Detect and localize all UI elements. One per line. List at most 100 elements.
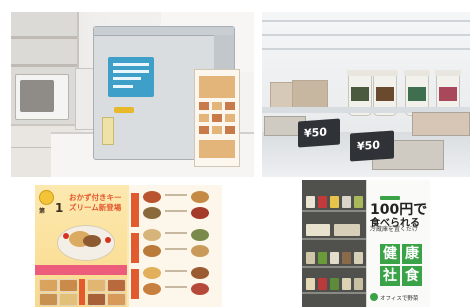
dish-thumb bbox=[143, 283, 161, 295]
dish-thumb bbox=[107, 293, 126, 306]
product bbox=[318, 252, 327, 264]
menu-text-line bbox=[165, 194, 187, 196]
menu-text-line bbox=[165, 248, 187, 250]
microwave bbox=[15, 74, 69, 120]
cup-lid bbox=[372, 70, 398, 76]
sticker-text-line bbox=[113, 85, 133, 88]
dish-thumb bbox=[39, 293, 58, 306]
poster-photo bbox=[199, 76, 235, 98]
cup-label bbox=[376, 87, 394, 101]
issue-number: 1 bbox=[55, 201, 64, 215]
shelf-line bbox=[11, 36, 77, 39]
sub-line-1: 冷蔵庫を置くだけ bbox=[370, 226, 419, 233]
price-line-1: 100円で bbox=[370, 202, 428, 218]
product bbox=[342, 252, 351, 264]
cup-label bbox=[351, 87, 369, 101]
fridge-interior-photo: ¥50 ¥50 bbox=[262, 12, 470, 177]
poster-thumb bbox=[225, 114, 235, 122]
photo-shelf bbox=[302, 210, 366, 212]
price-label: ¥50 bbox=[357, 138, 380, 154]
dish-thumb bbox=[143, 207, 161, 219]
badge bbox=[380, 196, 400, 200]
dish-thumb bbox=[59, 279, 78, 292]
product bbox=[330, 278, 339, 290]
product bbox=[306, 278, 315, 290]
price-card: ¥50 bbox=[298, 118, 340, 148]
menu-poster bbox=[194, 69, 240, 167]
photo-shelf bbox=[302, 266, 366, 268]
leaflet-band bbox=[35, 265, 127, 275]
cup-lid bbox=[435, 70, 461, 76]
menu-text-line bbox=[165, 232, 187, 234]
dish-thumb bbox=[191, 229, 209, 241]
product bbox=[306, 252, 315, 264]
section-tag bbox=[131, 269, 139, 299]
dish-thumb bbox=[191, 207, 209, 219]
issue-label: 第 bbox=[39, 208, 46, 215]
menu-text-line bbox=[165, 270, 187, 272]
cup-lid bbox=[347, 70, 373, 76]
cup-label bbox=[408, 87, 426, 101]
wire-rack bbox=[262, 20, 470, 22]
dish-thumb bbox=[191, 245, 209, 257]
poster-thumb bbox=[225, 102, 235, 110]
product bbox=[354, 252, 363, 264]
dish-thumb bbox=[191, 283, 209, 295]
dish-food bbox=[83, 235, 101, 247]
fridge-top bbox=[94, 27, 234, 36]
poster-thumb bbox=[212, 126, 222, 134]
shelf-line bbox=[11, 64, 77, 67]
kanji-tile: 健 bbox=[380, 244, 400, 264]
product bbox=[354, 196, 363, 208]
price-card: ¥50 bbox=[350, 130, 394, 162]
hanging-tag bbox=[102, 117, 114, 145]
product bbox=[318, 278, 327, 290]
menu-leaflet: 第 1 おかず付きキーズリーム新登場 bbox=[35, 185, 222, 307]
product bbox=[318, 196, 327, 208]
leaflet-headline: おかず付きキーズリーム新登場 bbox=[69, 193, 122, 212]
menu-text-line bbox=[165, 210, 187, 212]
product bbox=[330, 252, 339, 264]
dish-thumb bbox=[191, 267, 209, 279]
product bbox=[330, 196, 339, 208]
info-sticker bbox=[108, 57, 154, 97]
tomato-icon bbox=[63, 233, 69, 239]
kanji-tile: 食 bbox=[402, 266, 422, 286]
price-label: ¥50 bbox=[304, 125, 327, 141]
logo-icon bbox=[39, 190, 54, 205]
kanji-tile: 康 bbox=[402, 244, 422, 264]
microwave-door bbox=[20, 80, 54, 112]
office-fridge-photo bbox=[11, 12, 254, 177]
fridge-contents-photo bbox=[302, 180, 366, 307]
sticker-text-line bbox=[113, 70, 149, 73]
product bbox=[306, 196, 315, 208]
signage-book: 100円で 食べられる 冷蔵庫を置くだけ 健 康 社 食 オフィスで野菜 bbox=[302, 180, 430, 307]
dish-thumb bbox=[143, 229, 161, 241]
cup-lid bbox=[404, 70, 430, 76]
wire-rack bbox=[262, 48, 470, 50]
dish-thumb bbox=[107, 279, 126, 292]
dish-thumb bbox=[59, 293, 78, 306]
food-pack bbox=[412, 112, 470, 136]
kanji-tile: 社 bbox=[380, 266, 400, 286]
poster-thumb bbox=[199, 126, 209, 134]
poster-thumb bbox=[225, 126, 235, 134]
product bbox=[342, 278, 351, 290]
dish-thumb bbox=[143, 267, 161, 279]
sticker-text-line bbox=[113, 63, 149, 66]
tomato-icon bbox=[105, 237, 111, 243]
product bbox=[354, 278, 363, 290]
wire-rack bbox=[262, 34, 470, 36]
section-tag bbox=[79, 279, 85, 305]
cup-label bbox=[439, 87, 457, 101]
food-pack bbox=[292, 80, 328, 110]
poster-thumb bbox=[212, 102, 222, 110]
sticker-text-line bbox=[113, 77, 141, 80]
brand-logo-icon bbox=[370, 293, 378, 301]
section-tag bbox=[131, 233, 139, 263]
dish-thumb bbox=[143, 245, 161, 257]
sub-text: 冷蔵庫を置くだけ bbox=[370, 226, 428, 234]
menu-text-line bbox=[165, 286, 187, 288]
dish-thumb bbox=[87, 293, 106, 306]
poster-thumb bbox=[199, 114, 209, 122]
